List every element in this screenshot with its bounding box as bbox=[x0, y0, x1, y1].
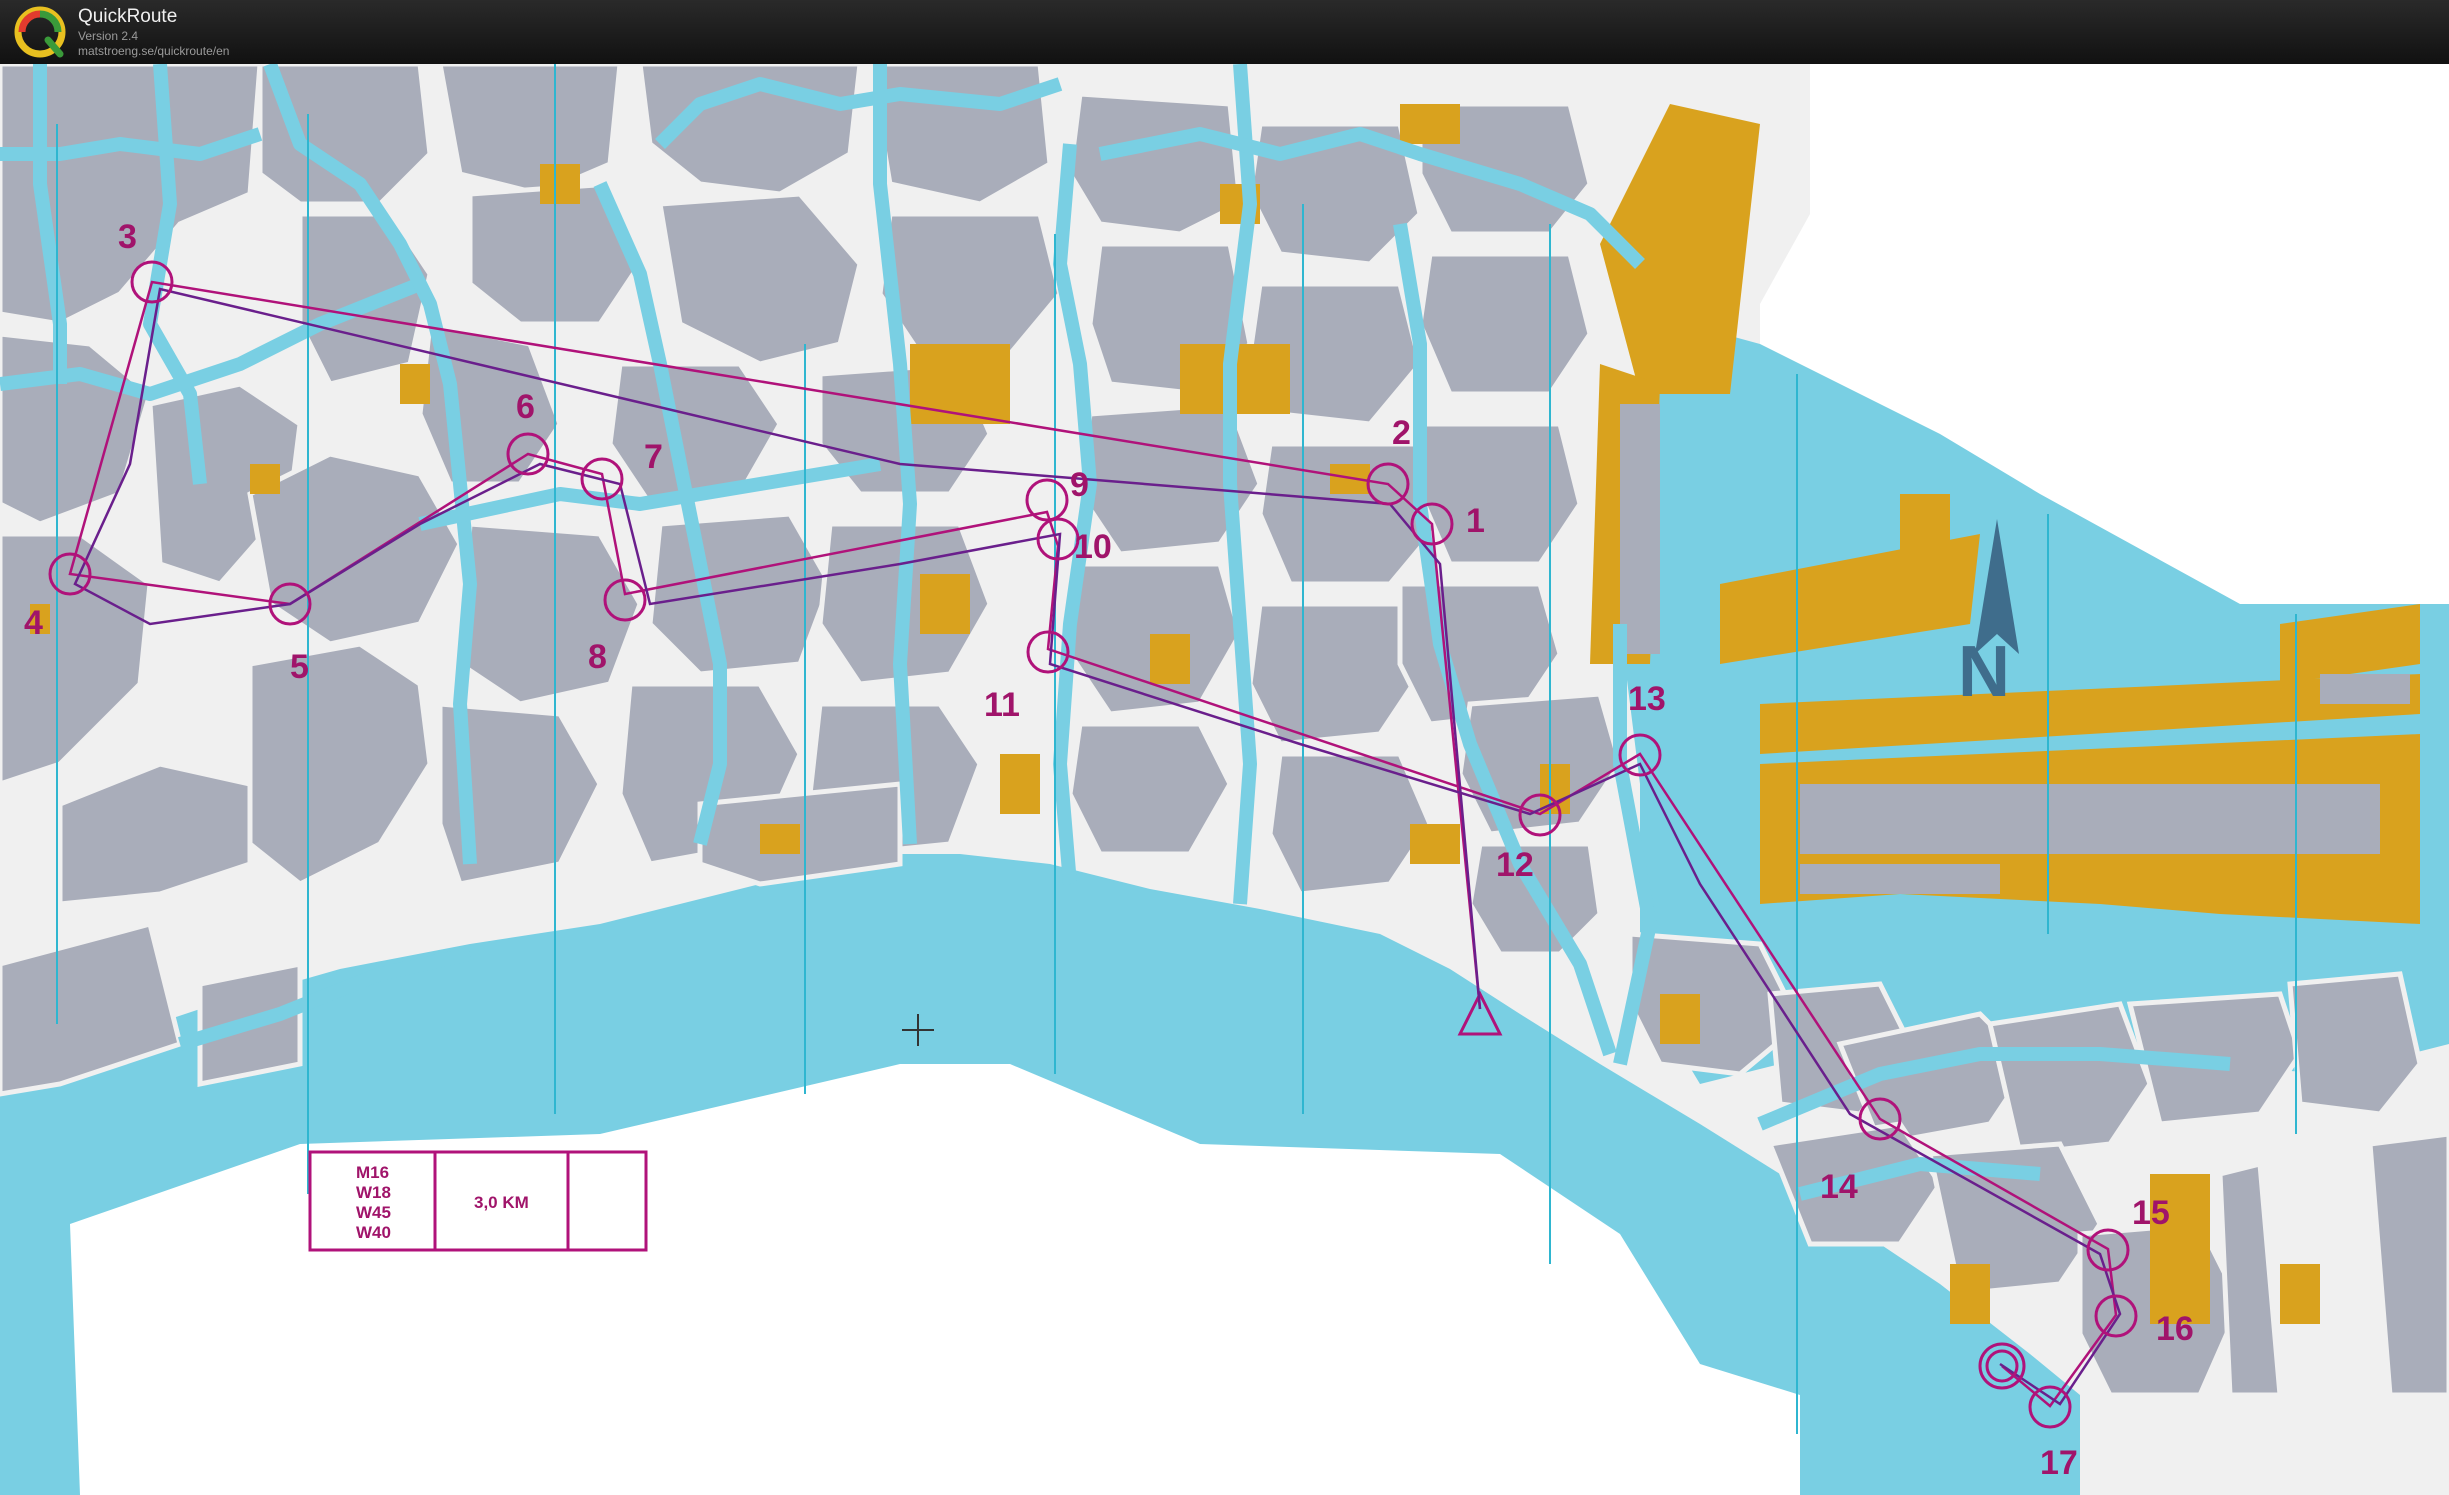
title-bar: QuickRoute Version 2.4 matstroeng.se/qui… bbox=[0, 0, 2449, 64]
control-number-4: 4 bbox=[24, 604, 43, 642]
course-length: 3,0 KM bbox=[474, 1193, 529, 1212]
course-class-2: W18 bbox=[356, 1183, 391, 1202]
control-number-7: 7 bbox=[644, 438, 663, 476]
control-number-16: 16 bbox=[2156, 1310, 2194, 1348]
control-number-2: 2 bbox=[1392, 414, 1411, 452]
control-number-15: 15 bbox=[2132, 1194, 2170, 1232]
control-number-1: 1 bbox=[1466, 502, 1485, 540]
control-number-6: 6 bbox=[516, 388, 535, 426]
control-number-3: 3 bbox=[118, 218, 137, 256]
control-number-11: 11 bbox=[984, 686, 1020, 724]
control-number-12: 12 bbox=[1496, 846, 1534, 884]
orienteering-map[interactable]: N 1 2 3 4 5 6 7 8 9 10 11 12 13 14 15 16… bbox=[0, 64, 2449, 1495]
map-viewport[interactable]: N 1 2 3 4 5 6 7 8 9 10 11 12 13 14 15 16… bbox=[0, 64, 2449, 1495]
north-arrow-label: N bbox=[1958, 632, 2010, 712]
control-number-10: 10 bbox=[1074, 528, 1112, 566]
control-number-5: 5 bbox=[290, 648, 309, 686]
control-number-8: 8 bbox=[588, 638, 607, 676]
course-class-3: W45 bbox=[356, 1203, 391, 1222]
course-class-1: M16 bbox=[356, 1163, 389, 1182]
quickroute-logo-icon bbox=[14, 6, 66, 58]
control-number-13: 13 bbox=[1628, 680, 1666, 718]
control-number-17: 17 bbox=[2040, 1444, 2078, 1482]
app-title: QuickRoute bbox=[78, 6, 178, 27]
control-number-14: 14 bbox=[1820, 1168, 1858, 1206]
quickroute-window: QuickRoute Version 2.4 matstroeng.se/qui… bbox=[0, 0, 2449, 1495]
app-version: Version 2.4 bbox=[78, 29, 139, 43]
course-class-4: W40 bbox=[356, 1223, 391, 1242]
course-info-box: M16 W18 W45 W40 3,0 KM bbox=[308, 1150, 648, 1252]
app-url[interactable]: matstroeng.se/quickroute/en bbox=[78, 44, 229, 58]
control-number-9: 9 bbox=[1070, 466, 1089, 504]
